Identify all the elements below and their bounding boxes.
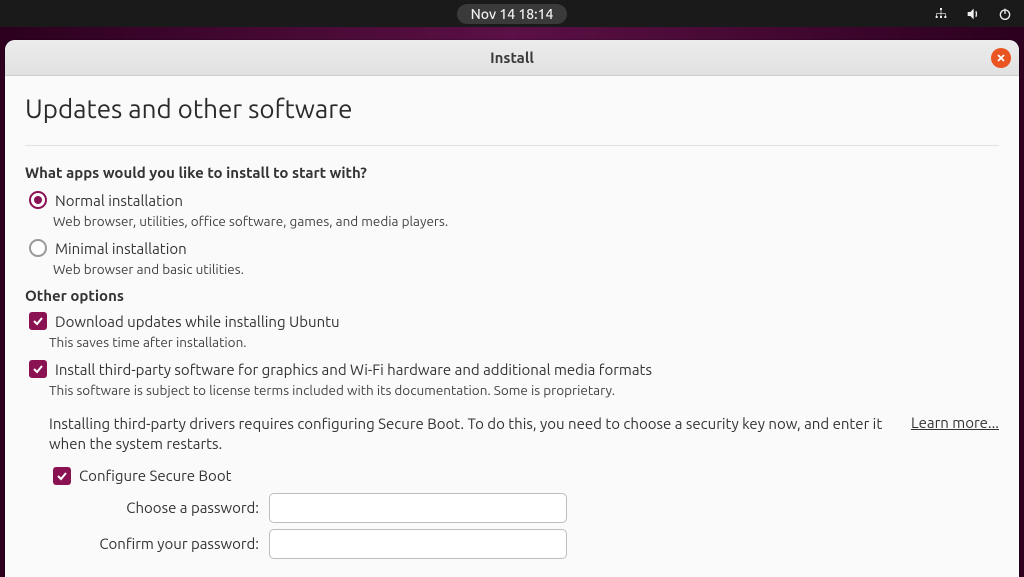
normal-install-desc: Web browser, utilities, office software,… bbox=[53, 213, 999, 229]
window-title-bar: Install bbox=[5, 40, 1019, 76]
configure-secure-boot-label: Configure Secure Boot bbox=[79, 467, 232, 484]
window-close-button[interactable] bbox=[991, 48, 1011, 68]
system-tray bbox=[932, 5, 1014, 23]
checkbox-icon bbox=[53, 467, 71, 485]
gnome-top-bar: Nov 14 18:14 bbox=[0, 0, 1024, 27]
page-title: Updates and other software bbox=[25, 94, 999, 123]
confirm-password-input[interactable] bbox=[269, 529, 567, 559]
power-icon[interactable] bbox=[996, 5, 1014, 23]
radio-icon bbox=[29, 191, 47, 209]
clock-pill[interactable]: Nov 14 18:14 bbox=[457, 4, 568, 24]
network-icon[interactable] bbox=[932, 5, 950, 23]
installer-content: Updates and other software What apps wou… bbox=[5, 76, 1019, 559]
choose-password-row: Choose a password: bbox=[81, 493, 999, 523]
desktop-background-strip bbox=[0, 27, 1024, 40]
configure-secure-boot-checkbox-row[interactable]: Configure Secure Boot bbox=[53, 467, 999, 485]
download-updates-checkbox-row[interactable]: Download updates while installing Ubuntu bbox=[29, 312, 999, 330]
checkbox-icon bbox=[29, 312, 47, 330]
choose-password-input[interactable] bbox=[269, 493, 567, 523]
apps-question: What apps would you like to install to s… bbox=[25, 164, 999, 181]
download-updates-desc: This saves time after installation. bbox=[49, 334, 999, 350]
minimal-install-desc: Web browser and basic utilities. bbox=[53, 261, 999, 277]
installer-window: Install Updates and other software What … bbox=[5, 40, 1019, 577]
secure-boot-note: Installing third-party drivers requires … bbox=[49, 414, 893, 455]
normal-install-radio-row[interactable]: Normal installation bbox=[29, 191, 999, 209]
choose-password-label: Choose a password: bbox=[81, 499, 259, 516]
learn-more-link[interactable]: Learn more... bbox=[911, 414, 999, 431]
radio-icon bbox=[29, 239, 47, 257]
volume-icon[interactable] bbox=[964, 5, 982, 23]
download-updates-label: Download updates while installing Ubuntu bbox=[55, 313, 340, 330]
minimal-install-radio-row[interactable]: Minimal installation bbox=[29, 239, 999, 257]
secure-boot-row: Installing third-party drivers requires … bbox=[25, 408, 999, 465]
third-party-checkbox-row[interactable]: Install third-party software for graphic… bbox=[29, 360, 999, 378]
clock-text: Nov 14 18:14 bbox=[471, 6, 554, 22]
other-options-heading: Other options bbox=[25, 287, 999, 304]
third-party-label: Install third-party software for graphic… bbox=[55, 361, 652, 378]
confirm-password-row: Confirm your password: bbox=[81, 529, 999, 559]
third-party-desc: This software is subject to license term… bbox=[49, 382, 999, 398]
header-divider bbox=[25, 145, 999, 146]
normal-install-label: Normal installation bbox=[55, 192, 183, 209]
window-title: Install bbox=[490, 49, 534, 66]
checkbox-icon bbox=[29, 360, 47, 378]
minimal-install-label: Minimal installation bbox=[55, 240, 187, 257]
secure-boot-password-grid: Choose a password: Confirm your password… bbox=[81, 493, 999, 559]
confirm-password-label: Confirm your password: bbox=[81, 535, 259, 552]
